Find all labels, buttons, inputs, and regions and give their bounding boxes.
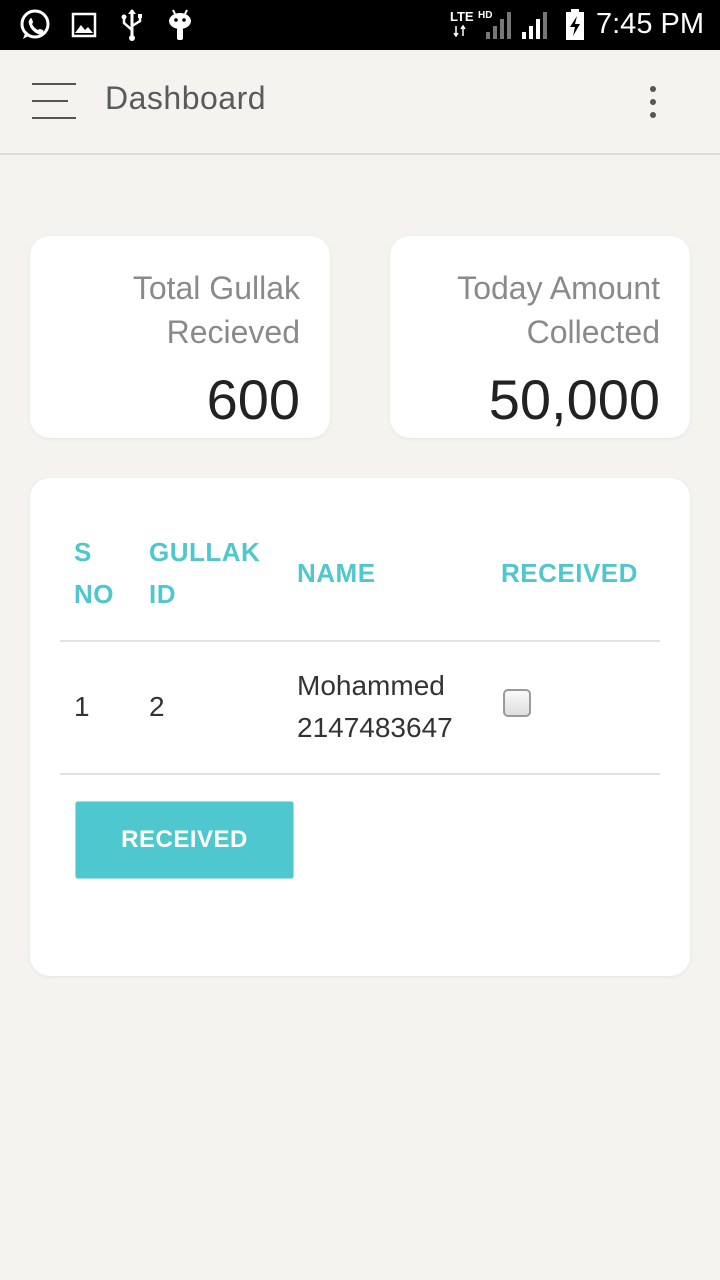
signal-icon (486, 12, 511, 39)
header-name: NAME (297, 558, 376, 588)
header-sno-line1: S (74, 537, 92, 567)
android-icon (169, 9, 191, 40)
total-gullak-label-line2: Recieved (166, 314, 300, 350)
cell-name: Mohammed 2147483647 (297, 665, 453, 749)
header-gullak-line1: GULLAK (149, 537, 261, 567)
received-button[interactable]: RECEIVED (75, 801, 294, 879)
clock: 7:45 PM (596, 8, 704, 40)
table-row-divider (60, 773, 660, 775)
cell-gullak-id: 2 (149, 691, 165, 722)
header-gullak-id: GULLAK ID (149, 531, 260, 615)
network-type-label: LTE (450, 9, 474, 24)
header-received: RECEIVED (501, 558, 638, 588)
page-title: Dashboard (105, 80, 267, 116)
hamburger-menu-icon[interactable] (32, 83, 76, 119)
total-gullak-label-line1: Total Gullak (132, 270, 300, 306)
cell-name-text: Mohammed (297, 670, 445, 701)
usb-icon (121, 9, 142, 41)
more-vert-icon[interactable] (636, 84, 670, 120)
header-sno: S NO (74, 531, 114, 615)
status-bar: LTE HD 7:45 PM (0, 0, 720, 50)
signal-icon (522, 12, 547, 39)
battery-charging-icon (566, 9, 584, 40)
today-amount-label-line2: Collected (526, 314, 660, 350)
cell-sno: 1 (74, 691, 90, 722)
header-gullak-line2: ID (149, 579, 176, 609)
table-header-divider (60, 640, 660, 642)
total-gullak-value: 600 (206, 368, 300, 431)
today-amount-label-line1: Today Amount (457, 270, 660, 306)
signal-icon (453, 24, 466, 38)
app-bar: Dashboard (0, 50, 720, 155)
cell-phone-text: 2147483647 (297, 712, 453, 743)
gullak-table-card: S NO GULLAK ID NAME RECEIVED 1 2 Mohamme… (30, 478, 690, 976)
image-icon (71, 12, 97, 38)
total-gullak-card: Total Gullak Recieved 600 (30, 236, 330, 438)
received-checkbox[interactable] (503, 689, 531, 717)
whatsapp-icon (20, 9, 50, 39)
today-amount-value: 50,000 (488, 368, 660, 431)
header-sno-line2: NO (74, 579, 114, 609)
today-amount-card: Today Amount Collected 50,000 (390, 236, 690, 438)
